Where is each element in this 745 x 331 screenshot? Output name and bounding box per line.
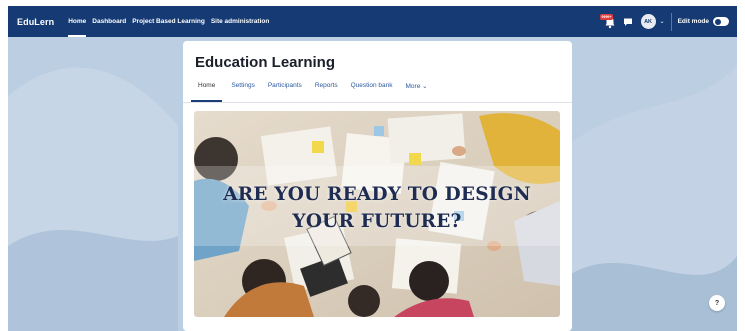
course-card: Education Learning Home Settings Partici… [183, 41, 572, 331]
banner-headline: ARE YOU READY TO DESIGN YOUR FUTURE? [194, 181, 560, 235]
help-button[interactable]: ? [709, 295, 725, 311]
course-tabs: Home Settings Participants Reports Quest… [190, 82, 441, 102]
avatar[interactable]: AK [640, 14, 656, 29]
message-icon[interactable] [623, 17, 633, 27]
tab-question-bank[interactable]: Question bank [351, 82, 393, 102]
edit-mode-label: Edit mode [677, 18, 709, 25]
chevron-down-icon[interactable]: ⌄ [660, 18, 665, 25]
user-controls: 9999+ AK ⌄ Edit mode [599, 6, 729, 37]
page-frame: EduLern Home Dashboard Project Based Lea… [8, 6, 737, 331]
tab-more[interactable]: More ⌄ [406, 82, 428, 102]
primary-navigation: Home Dashboard Project Based Learning Si… [68, 6, 275, 37]
nav-link-site-administration[interactable]: Site administration [211, 6, 270, 37]
page-title: Education Learning [195, 54, 336, 71]
tab-home[interactable]: Home [190, 82, 223, 102]
top-navbar: EduLern Home Dashboard Project Based Lea… [8, 6, 737, 37]
banner-headline-line-1: ARE YOU READY TO DESIGN [223, 184, 531, 205]
nav-link-home[interactable]: Home [68, 6, 87, 37]
brand-logo[interactable]: EduLern [17, 17, 54, 27]
banner-headline-line-2: YOUR FUTURE? [292, 211, 462, 232]
nav-link-dashboard[interactable]: Dashboard [92, 6, 126, 37]
tab-settings[interactable]: Settings [231, 82, 255, 102]
tab-participants[interactable]: Participants [268, 82, 302, 102]
tab-reports[interactable]: Reports [315, 82, 338, 102]
nav-link-project-based-learning[interactable]: Project Based Learning [132, 6, 205, 37]
edit-mode-toggle[interactable] [713, 17, 729, 26]
notifications-button[interactable]: 9999+ [599, 13, 617, 29]
course-banner-image: ARE YOU READY TO DESIGN YOUR FUTURE? [194, 111, 560, 317]
tabs-divider [183, 102, 572, 103]
divider [670, 12, 672, 31]
notification-badge: 9999+ [599, 13, 614, 20]
